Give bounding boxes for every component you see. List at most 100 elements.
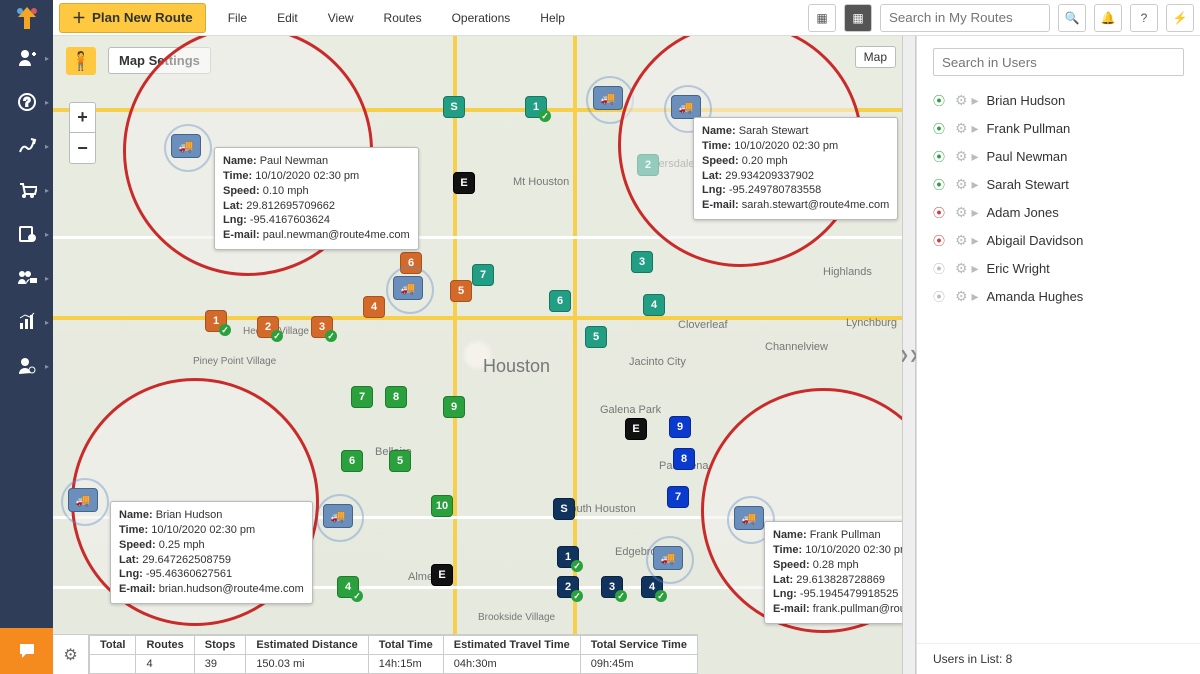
- route-marker[interactable]: 4: [363, 296, 385, 318]
- route-marker[interactable]: 6: [549, 290, 571, 312]
- user-gear-icon[interactable]: ⚙ ▸: [955, 204, 978, 221]
- menu-help[interactable]: Help: [540, 11, 565, 25]
- route-marker[interactable]: 4✓: [337, 576, 359, 598]
- map-type-button[interactable]: Map: [855, 46, 896, 68]
- user-row[interactable]: ⦿ ⚙ ▸ Eric Wright: [917, 254, 1200, 282]
- wifi-icon: ⦿: [933, 232, 947, 249]
- route-marker[interactable]: 5: [389, 450, 411, 472]
- route-marker[interactable]: 2✓: [557, 576, 579, 598]
- menu-operations[interactable]: Operations: [452, 11, 511, 25]
- notifications-button[interactable]: 🔔: [1094, 4, 1122, 32]
- nav-addressbook[interactable]: ▸: [0, 212, 53, 256]
- users-count: Users in List: 8: [917, 643, 1200, 674]
- user-gear-icon[interactable]: ⚙ ▸: [955, 176, 978, 193]
- wifi-icon: ⦿: [933, 92, 947, 109]
- user-row[interactable]: ⦿ ⚙ ▸ Abigail Davidson: [917, 226, 1200, 254]
- route-marker[interactable]: 3: [631, 251, 653, 273]
- route-marker[interactable]: 3✓: [601, 576, 623, 598]
- streetview-pegman[interactable]: 🧍: [66, 47, 96, 75]
- user-row[interactable]: ⦿⚙ ▸Amanda Hughes: [917, 282, 1200, 310]
- user-row[interactable]: ⦿⚙ ▸Sarah Stewart: [917, 170, 1200, 198]
- user-row[interactable]: ⦿⚙ ▸Adam Jones: [917, 198, 1200, 226]
- activity-button[interactable]: ⚡: [1166, 4, 1194, 32]
- route-marker[interactable]: 5: [450, 280, 472, 302]
- nav-chat[interactable]: [0, 628, 53, 674]
- svg-text:?: ?: [23, 95, 30, 109]
- wifi-icon: ⦿: [933, 260, 947, 277]
- route-marker[interactable]: 10: [431, 495, 453, 517]
- route-marker[interactable]: E: [625, 418, 647, 440]
- nav-user-settings[interactable]: ▸: [0, 344, 53, 388]
- user-row[interactable]: ⦿⚙ ▸Brian Hudson: [917, 86, 1200, 114]
- nav-orders[interactable]: ▸: [0, 168, 53, 212]
- route-marker[interactable]: 1✓: [525, 96, 547, 118]
- summary-distance: 150.03 mi: [246, 655, 368, 674]
- route-marker[interactable]: 7: [667, 486, 689, 508]
- zoom-in-button[interactable]: +: [70, 103, 95, 133]
- user-name: Frank Pullman: [986, 121, 1184, 136]
- map-canvas[interactable]: 🧍 Map Settings + − Houston Mt Houston Dy…: [53, 36, 902, 674]
- menu-bar: File Edit View Routes Operations Help: [228, 11, 565, 25]
- route-marker[interactable]: 4: [643, 294, 665, 316]
- callout-brian-hudson: 🚚 Name: Brian Hudson Time: 10/10/2020 02…: [71, 378, 319, 626]
- user-gear-icon[interactable]: ⚙ ▸: [955, 92, 978, 109]
- route-marker[interactable]: E: [431, 564, 453, 586]
- user-gear-icon[interactable]: ⚙ ▸: [955, 260, 978, 277]
- menu-file[interactable]: File: [228, 11, 247, 25]
- route-marker[interactable]: 8: [673, 448, 695, 470]
- route-marker[interactable]: 3✓: [311, 316, 333, 338]
- menu-view[interactable]: View: [328, 11, 354, 25]
- vehicle-marker[interactable]: 🚚: [393, 276, 423, 300]
- route-marker[interactable]: 9: [443, 396, 465, 418]
- route-marker[interactable]: 9: [669, 416, 691, 438]
- help-button[interactable]: ?: [1130, 4, 1158, 32]
- route-marker[interactable]: 2✓: [257, 316, 279, 338]
- user-gear-icon[interactable]: ⚙ ▸: [955, 120, 978, 137]
- search-users-input[interactable]: [933, 48, 1184, 76]
- user-gear-icon[interactable]: ⚙ ▸: [955, 232, 978, 249]
- user-name: Eric Wright: [986, 261, 1184, 276]
- route-marker[interactable]: 1✓: [205, 310, 227, 332]
- route-marker[interactable]: 1✓: [557, 546, 579, 568]
- nav-analytics[interactable]: ▸: [0, 300, 53, 344]
- route-marker[interactable]: 7: [472, 264, 494, 286]
- route-marker[interactable]: 6: [341, 450, 363, 472]
- vehicle-marker[interactable]: 🚚: [593, 86, 623, 110]
- user-gear-icon[interactable]: ⚙ ▸: [955, 288, 978, 305]
- zoom-out-button[interactable]: −: [70, 133, 95, 163]
- panel-toggle[interactable]: ❯❯: [902, 36, 916, 674]
- user-row[interactable]: ⦿ ⚙ ▸ Frank Pullman: [917, 114, 1200, 142]
- route-marker[interactable]: 7: [351, 386, 373, 408]
- plan-new-route-button[interactable]: ＋Plan New Route: [59, 3, 206, 33]
- user-gear-icon[interactable]: ⚙ ▸: [955, 148, 978, 165]
- nav-help[interactable]: ?▸: [0, 80, 53, 124]
- route-marker[interactable]: 5: [585, 326, 607, 348]
- menu-edit[interactable]: Edit: [277, 11, 298, 25]
- search-button[interactable]: 🔍: [1058, 4, 1086, 32]
- vehicle-marker[interactable]: 🚚: [653, 546, 683, 570]
- summary-service-time: 09h:45m: [580, 655, 697, 674]
- nav-add-user[interactable]: ▸: [0, 36, 53, 80]
- route-marker[interactable]: E: [453, 172, 475, 194]
- route-marker[interactable]: S: [553, 498, 575, 520]
- summary-routes: 4: [136, 655, 194, 674]
- city-label-houston: Houston: [483, 356, 550, 377]
- nav-team[interactable]: ▸: [0, 256, 53, 300]
- zoom-control: + −: [69, 102, 96, 164]
- summary-settings-button[interactable]: ⚙: [53, 635, 89, 674]
- search-routes-input[interactable]: [880, 4, 1050, 32]
- summary-table: ⚙ Total Routes Stops Estimated Distance …: [53, 634, 698, 674]
- grid-view-button[interactable]: ▦: [808, 4, 836, 32]
- route-marker[interactable]: S: [443, 96, 465, 118]
- user-name: Abigail Davidson: [986, 233, 1184, 248]
- route-marker[interactable]: 8: [385, 386, 407, 408]
- nav-routes[interactable]: ▸: [0, 124, 53, 168]
- wifi-icon: ⦿: [933, 120, 947, 137]
- top-toolbar: ＋Plan New Route File Edit View Routes Op…: [53, 0, 1200, 36]
- vehicle-marker[interactable]: 🚚: [323, 504, 353, 528]
- summary-total-time: 14h:15m: [368, 655, 443, 674]
- menu-routes[interactable]: Routes: [384, 11, 422, 25]
- user-row[interactable]: ⦿⚙ ▸Paul Newman: [917, 142, 1200, 170]
- calendar-button[interactable]: ▦: [844, 4, 872, 32]
- user-name: Sarah Stewart: [986, 177, 1184, 192]
